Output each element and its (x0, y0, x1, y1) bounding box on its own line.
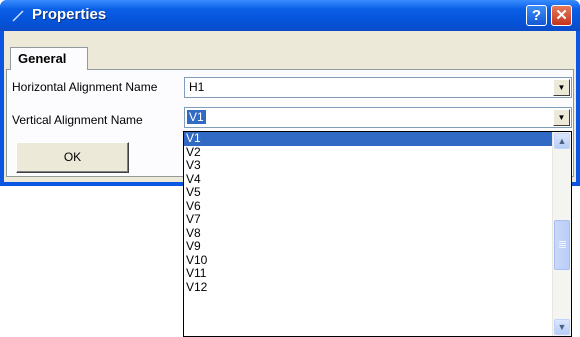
dropdown-option[interactable]: V9 (184, 240, 554, 254)
scrollbar-thumb[interactable] (554, 220, 570, 270)
dropdown-option[interactable]: V6 (184, 199, 554, 214)
scroll-up-button[interactable]: ▲ (554, 133, 570, 149)
window-title: Properties (32, 6, 107, 23)
dropdown-option[interactable]: V1 (184, 132, 554, 146)
vertical-alignment-label: Vertical Alignment Name (12, 113, 143, 127)
dropdown-option[interactable]: V7 (184, 213, 554, 227)
app-icon (12, 10, 24, 22)
horizontal-alignment-label: Horizontal Alignment Name (12, 80, 158, 94)
vertical-alignment-dropdown-list: V1 V2 V3 V4 V5 V6 V7 V8 V9 V10 V11 V12 ▲ ▼ (183, 131, 572, 337)
horizontal-alignment-value: H1 (189, 80, 205, 94)
chevron-down-icon: ▼ (557, 322, 567, 332)
dropdown-option[interactable]: V4 (184, 172, 554, 187)
horizontal-alignment-combo[interactable]: H1 ▼ (184, 77, 572, 98)
help-button[interactable]: ? (526, 5, 547, 26)
title-bar[interactable]: Properties ? ✕ (0, 0, 580, 31)
scroll-down-button[interactable]: ▼ (554, 319, 570, 335)
dropdown-option[interactable]: V8 (184, 226, 554, 241)
dropdown-option[interactable]: V12 (184, 280, 554, 295)
dropdown-option[interactable]: V2 (184, 145, 554, 160)
dropdown-option[interactable]: V10 (184, 253, 554, 268)
vertical-scrollbar[interactable]: ▲ ▼ (552, 132, 571, 336)
chevron-down-icon: ▼ (557, 83, 566, 92)
chevron-up-icon: ▲ (557, 136, 567, 146)
close-button[interactable]: ✕ (551, 5, 572, 26)
dropdown-option[interactable]: V5 (184, 186, 554, 200)
vertical-alignment-combo[interactable]: V1 ▼ (184, 107, 572, 128)
dropdown-option[interactable]: V3 (184, 159, 554, 173)
tab-general[interactable]: General (10, 47, 88, 70)
ok-button[interactable]: OK (16, 142, 129, 173)
dropdown-option[interactable]: V11 (184, 267, 554, 281)
dropdown-options: V1 V2 V3 V4 V5 V6 V7 V8 V9 V10 V11 V12 (184, 132, 554, 294)
vertical-dropdown-button[interactable]: ▼ (553, 109, 570, 126)
horizontal-dropdown-button[interactable]: ▼ (553, 79, 570, 96)
vertical-alignment-value: V1 (187, 110, 206, 124)
chevron-down-icon: ▼ (557, 113, 566, 122)
